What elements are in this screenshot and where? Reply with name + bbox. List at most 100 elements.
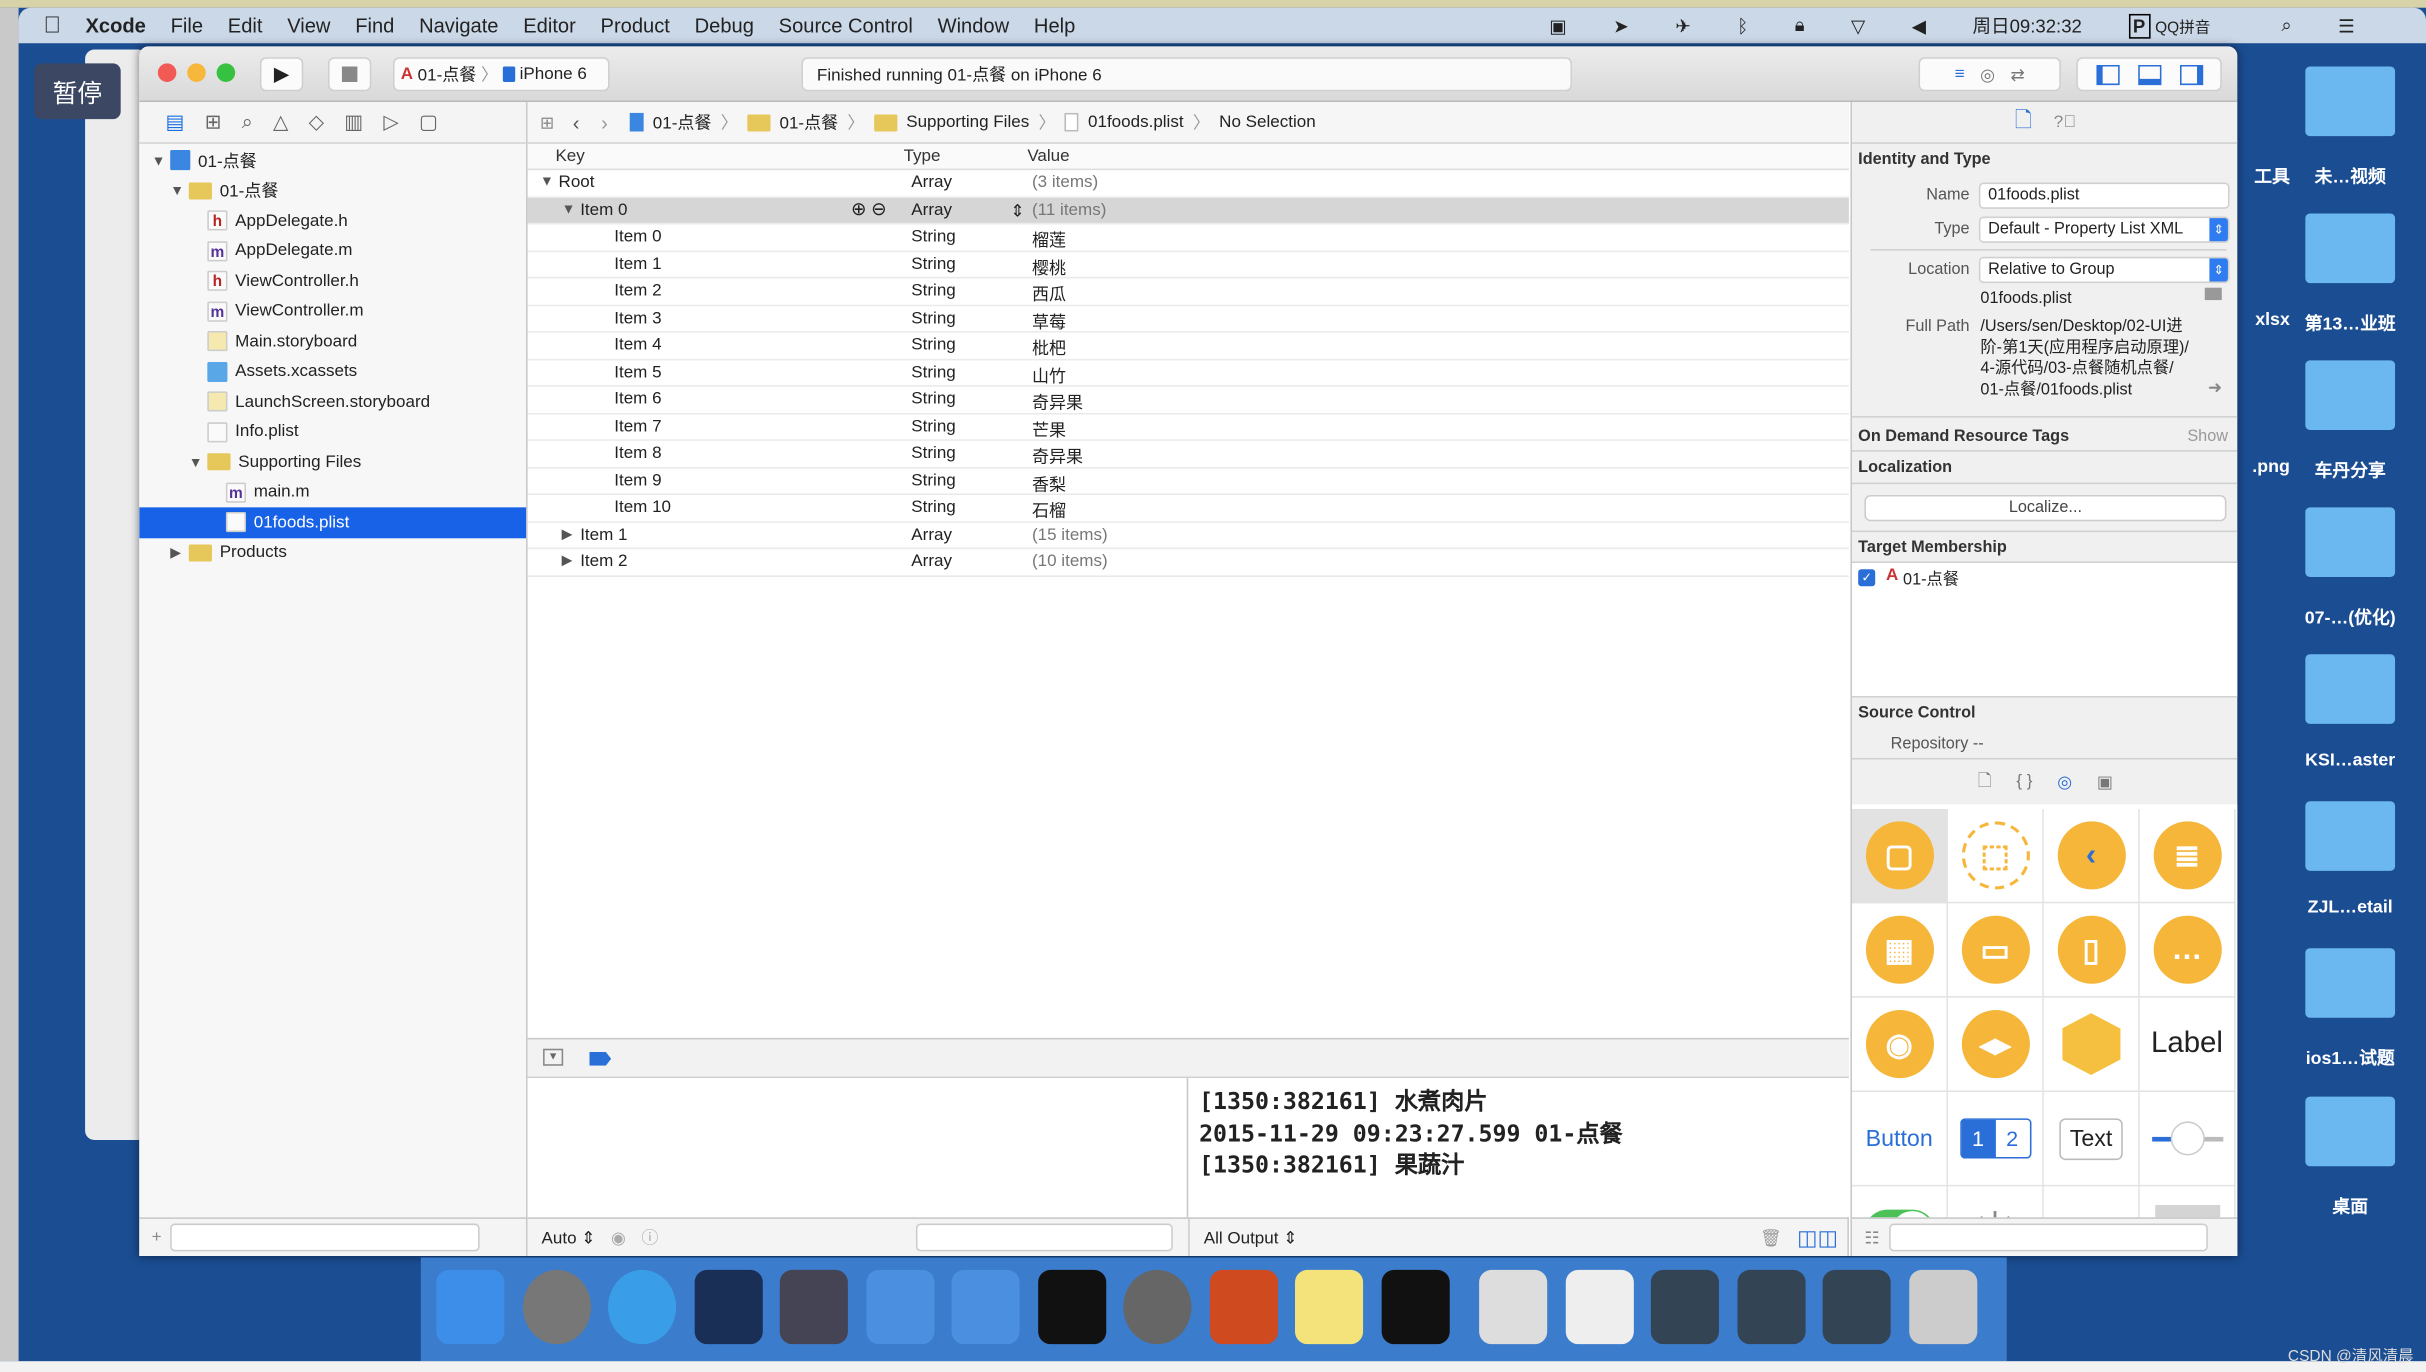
navigator-item[interactable]: LaunchScreen.storyboard	[139, 387, 526, 417]
camera-icon[interactable]: ▣	[1549, 15, 1567, 37]
library-item-glkit-view-controller[interactable]: …	[2139, 903, 2236, 998]
desktop-item-label[interactable]: 未…视频	[2290, 164, 2411, 189]
library-item-collection-view-controller[interactable]: ▦	[1851, 903, 1948, 998]
code-snippet-icon[interactable]: { }	[2016, 772, 2032, 791]
menu-product[interactable]: Product	[601, 14, 670, 37]
test-navigator-icon[interactable]: ◇	[309, 110, 324, 135]
forward-button[interactable]: ›	[601, 111, 608, 134]
breadcrumb-file[interactable]: 01foods.plist	[1088, 113, 1184, 132]
dock-safari-icon[interactable]	[608, 1269, 677, 1345]
standard-editor-icon[interactable]: ≡	[1955, 65, 1965, 84]
eye-icon[interactable]: ◉	[611, 1227, 626, 1248]
auto-select[interactable]: Auto ⇕	[542, 1227, 596, 1248]
plist-type[interactable]: Array	[911, 525, 952, 544]
breakpoints-toggle-icon[interactable]	[589, 1051, 612, 1066]
close-button[interactable]	[157, 63, 177, 82]
library-item-text-field[interactable]: Text	[2043, 1092, 2140, 1187]
plist-row[interactable]: ▼ Root Array (3 items)	[527, 170, 1849, 198]
zoom-button[interactable]	[216, 63, 236, 82]
notification-center-icon[interactable]: ☰	[2338, 15, 2355, 37]
name-field[interactable]: 01foods.plist	[1978, 182, 2230, 209]
desktop-item-label[interactable]: 07-…(优化)	[2290, 605, 2411, 630]
disclosure-open-icon[interactable]: ▼	[152, 153, 171, 168]
file-template-icon[interactable]: 🗋︎	[1978, 766, 1992, 795]
key-column-header[interactable]: Key	[555, 147, 584, 166]
plist-type[interactable]: String	[911, 444, 955, 463]
desktop-item-label[interactable]: 桌面	[2290, 1194, 2411, 1219]
plist-value[interactable]: 榴莲	[1032, 227, 1066, 252]
library-item-label[interactable]: Label	[2139, 997, 2236, 1093]
dock-window-2-icon[interactable]	[1564, 1269, 1634, 1345]
toggle-utilities-icon[interactable]	[2179, 64, 2203, 85]
media-library-icon[interactable]: ▣	[2097, 771, 2113, 792]
symbol-navigator-icon[interactable]: ⊞	[205, 110, 222, 135]
plist-row[interactable]: Item 10 String 石榴	[527, 495, 1849, 523]
navigator-filter-field[interactable]	[170, 1223, 481, 1252]
library-item-media-player-controller[interactable]: ◂▸	[1947, 997, 2044, 1093]
library-item-tab-bar-controller[interactable]: ▭	[1947, 903, 2044, 998]
navigator-item[interactable]: ▼ 01-点餐	[139, 176, 526, 206]
folder-icon[interactable]	[2305, 507, 2396, 577]
dock-terminal-icon[interactable]	[1037, 1269, 1106, 1345]
desktop-item-label[interactable]: ZJL…etail	[2290, 899, 2411, 918]
desktop-item-label[interactable]: 第13…业班	[2290, 311, 2411, 336]
plist-value[interactable]: 香梨	[1032, 471, 1066, 496]
disclosure-closed-icon[interactable]: ▶	[562, 552, 573, 569]
file-inspector-icon[interactable]: 🗋︎	[2015, 104, 2032, 141]
dock-launchpad-icon[interactable]	[522, 1269, 591, 1345]
plist-value[interactable]: 山竹	[1032, 363, 1066, 388]
dock-powerpoint-icon[interactable]	[1209, 1269, 1278, 1345]
navigator-item[interactable]: m ViewController.m	[139, 296, 526, 326]
plist-row[interactable]: Item 2 String 西瓜	[527, 278, 1849, 306]
plist-type[interactable]: String	[911, 363, 955, 382]
library-item-storyboard-reference[interactable]: ⬚	[1947, 808, 2044, 904]
desktop-item-label[interactable]: xlsx	[2228, 311, 2290, 330]
type-stepper-icon[interactable]: ⇕	[1010, 200, 1024, 221]
remove-row-icon[interactable]: ⊖	[871, 197, 887, 219]
menu-edit[interactable]: Edit	[228, 14, 263, 37]
run-button[interactable]: ▶	[259, 57, 304, 92]
navigator-item[interactable]: ▼ 01-点餐	[139, 145, 526, 175]
spotlight-icon[interactable]: ⌕	[2281, 14, 2291, 37]
plist-value[interactable]: 奇异果	[1032, 390, 1083, 415]
library-item-scene-object[interactable]	[2043, 997, 2140, 1093]
plist-row[interactable]: Item 9 String 香梨	[527, 468, 1849, 496]
plist-value[interactable]: 芒果	[1032, 417, 1066, 442]
dock-window-5-icon[interactable]	[1822, 1269, 1891, 1345]
folder-icon[interactable]	[2305, 654, 2396, 724]
related-items-icon[interactable]: ⊞	[540, 112, 554, 133]
location-icon[interactable]: ➤	[1613, 15, 1629, 37]
plist-value[interactable]: (11 items)	[1032, 200, 1106, 219]
quick-help-icon[interactable]: ?⃝	[2054, 113, 2076, 132]
clock[interactable]: 周日09:32:32	[1972, 12, 2081, 38]
scheme-selector[interactable]: A 01-点餐 〉 iPhone 6	[392, 57, 610, 92]
folder-icon[interactable]	[2305, 213, 2396, 284]
plist-row[interactable]: Item 0 String 榴莲	[527, 224, 1849, 252]
library-item-segmented-control[interactable]: 12	[1947, 1092, 2044, 1187]
menu-find[interactable]: Find	[355, 14, 394, 37]
plist-type[interactable]: String	[911, 309, 955, 328]
plist-type[interactable]: String	[911, 417, 955, 436]
disclosure-closed-icon[interactable]: ▶	[170, 544, 189, 561]
disclosure-open-icon[interactable]: ▼	[170, 183, 189, 198]
dock-window-1-icon[interactable]	[1479, 1269, 1548, 1345]
toggle-navigator-icon[interactable]	[2095, 64, 2119, 85]
menu-window[interactable]: Window	[938, 14, 1010, 37]
disclosure-open-icon[interactable]: ▼	[540, 173, 554, 188]
menu-navigate[interactable]: Navigate	[419, 14, 498, 37]
plist-row[interactable]: ▼ Item 0 Array (11 items) ⊕ ⊖ ⇕	[527, 197, 1849, 225]
disclosure-open-icon[interactable]: ▼	[562, 200, 576, 215]
assistant-editor-icon[interactable]: ◎	[1980, 64, 1995, 85]
plist-row[interactable]: Item 8 String 奇异果	[527, 441, 1849, 468]
library-filter-field[interactable]	[1888, 1223, 2208, 1252]
breadcrumb-supporting-files[interactable]: Supporting Files	[906, 113, 1029, 132]
breadcrumb-group[interactable]: 01-点餐	[779, 110, 838, 135]
menu-editor[interactable]: Editor	[523, 14, 576, 37]
issue-navigator-icon[interactable]: △	[273, 110, 288, 135]
lock-icon[interactable]: 🔒︎	[1795, 14, 1805, 37]
plist-row[interactable]: Item 3 String 草莓	[527, 305, 1849, 333]
dock-system-preferences-icon[interactable]	[1123, 1269, 1192, 1345]
plist-type[interactable]: String	[911, 471, 955, 490]
folder-icon[interactable]	[2305, 948, 2396, 1018]
dock-window-4-icon[interactable]	[1736, 1269, 1805, 1345]
